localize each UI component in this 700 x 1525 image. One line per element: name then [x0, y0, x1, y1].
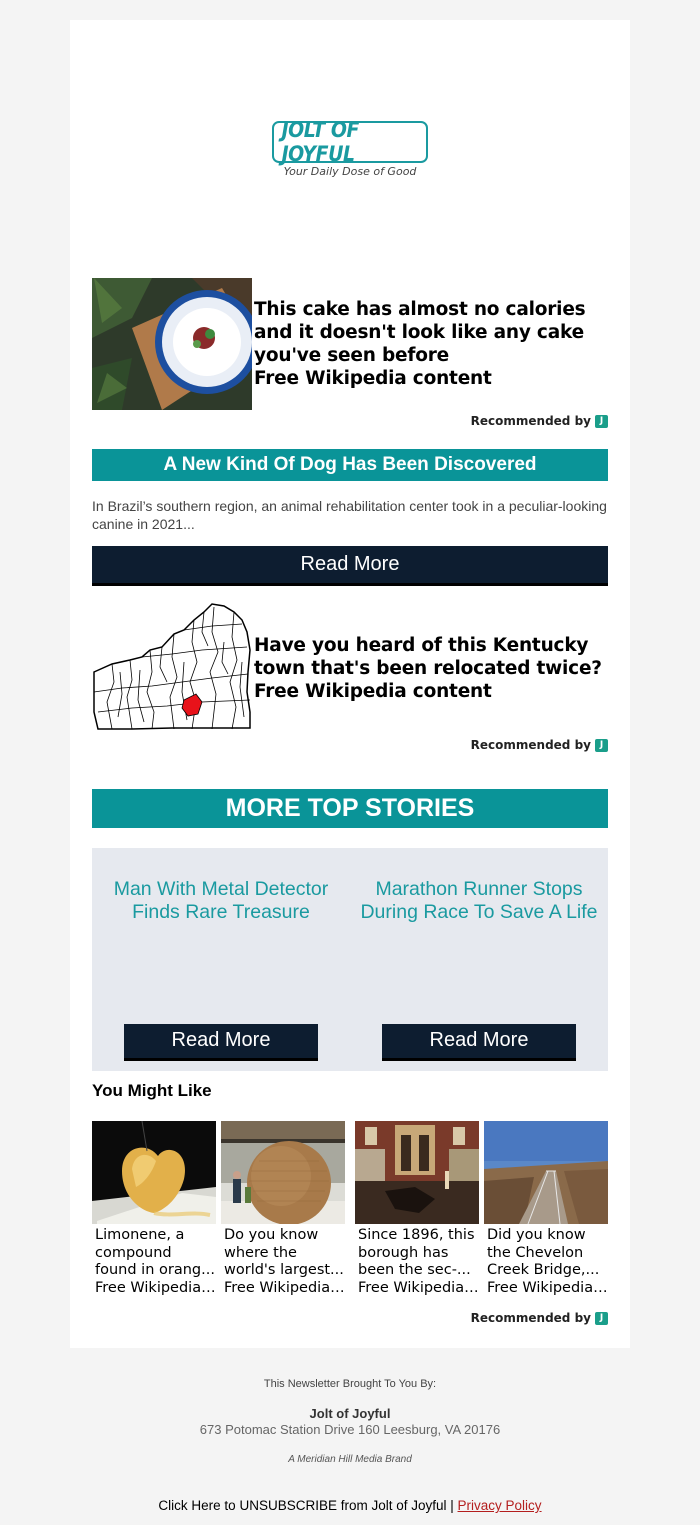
recommended-by-2[interactable]: Recommended by J — [471, 738, 608, 752]
recommendation-tile[interactable]: Did you know the Chevelon Creek Bridge,.… — [484, 1121, 608, 1301]
footer-company-name: Jolt of Joyful — [309, 1406, 391, 1421]
recommender-badge-icon: J — [595, 738, 608, 752]
logo-tagline: Your Daily Dose of Good — [283, 165, 417, 178]
feature-title[interactable]: A New Kind Of Dog Has Been Discovered — [92, 449, 608, 481]
kentucky-map-image[interactable] — [92, 602, 252, 732]
recommendation-tile[interactable]: Do you know where the world's largest...… — [221, 1121, 345, 1301]
tile-title[interactable]: Do you know where the world's largest... — [224, 1227, 345, 1280]
footer-links: Click Here to UNSUBSCRIBE from Jolt of J… — [0, 1498, 700, 1513]
tile-source: Free Wikipedia ... — [224, 1280, 345, 1297]
story-read-more-button-2[interactable]: Read More — [382, 1024, 576, 1061]
recommended-by-label: Recommended by — [470, 414, 591, 428]
borough-street-image[interactable] — [355, 1121, 479, 1224]
recommended-article-cake[interactable]: This cake has almost no calories and it … — [92, 278, 608, 410]
recommended-by-1[interactable]: Recommended by J — [471, 414, 608, 428]
recommended-by-3[interactable]: Recommended by J — [471, 1311, 608, 1325]
recommended-kentucky-text[interactable]: Have you heard of this Kentucky town tha… — [254, 634, 604, 703]
tile-source: Free Wikipedia ... — [358, 1280, 479, 1297]
tile-title[interactable]: Did you know the Chevelon Creek Bridge,.… — [487, 1227, 608, 1280]
story-title-metal-detector[interactable]: Man With Metal Detector Finds Rare Treas… — [102, 878, 340, 924]
recommended-cake-title[interactable]: This cake has almost no calories and it … — [254, 298, 594, 367]
recommended-kentucky-source: Free Wikipedia content — [254, 681, 492, 702]
giant-ball-image[interactable] — [221, 1121, 345, 1224]
you-might-like-header: You Might Like — [92, 1081, 212, 1100]
recommended-kentucky-title[interactable]: Have you heard of this Kentucky town tha… — [254, 634, 604, 680]
unsubscribe-link[interactable]: Click Here to UNSUBSCRIBE from Jolt of J… — [158, 1498, 453, 1513]
tile-source: Free Wikipedia ... — [95, 1280, 216, 1297]
top-stories-panel: Man With Metal Detector Finds Rare Treas… — [92, 848, 608, 1071]
tile-title[interactable]: Since 1896, this borough has been the se… — [358, 1227, 479, 1280]
tile-source: Free Wikipedia ... — [487, 1280, 608, 1297]
recommended-cake-text[interactable]: This cake has almost no calories and it … — [254, 298, 594, 390]
chevelon-bridge-image[interactable] — [484, 1121, 608, 1224]
footer-parent-brand: A Meridian Hill Media Brand — [288, 1454, 412, 1465]
tile-title[interactable]: Limonene, a compound found in orang... — [95, 1227, 216, 1280]
privacy-policy-link[interactable]: Privacy Policy — [458, 1498, 542, 1513]
brand-logo[interactable]: JOLT OF JOYFUL — [272, 118, 428, 166]
footer-address: 673 Potomac Station Drive 160 Leesburg, … — [199, 1422, 501, 1437]
recommended-cake-source: Free Wikipedia content — [254, 368, 492, 389]
recommendation-tile[interactable]: Since 1896, this borough has been the se… — [355, 1121, 479, 1301]
feature-read-more-button[interactable]: Read More — [92, 546, 608, 586]
recommended-article-kentucky[interactable]: Have you heard of this Kentucky town tha… — [92, 602, 608, 732]
recommender-badge-icon: J — [595, 1311, 608, 1325]
recommended-by-label: Recommended by — [470, 1311, 591, 1325]
cake-dish-image[interactable] — [92, 278, 252, 410]
recommender-badge-icon: J — [595, 414, 608, 428]
limonene-image[interactable] — [92, 1121, 216, 1224]
feature-description: In Brazil’s southern region, an animal r… — [92, 498, 607, 532]
recommended-by-label: Recommended by — [470, 738, 591, 752]
logo-text: JOLT OF JOYFUL — [281, 118, 360, 166]
footer-brought-by: This Newsletter Brought To You By: — [263, 1378, 437, 1390]
more-top-stories-header: MORE TOP STORIES — [92, 789, 608, 828]
story-read-more-button-1[interactable]: Read More — [124, 1024, 318, 1061]
story-title-marathon-runner[interactable]: Marathon Runner Stops During Race To Sav… — [360, 878, 598, 924]
recommendation-tile[interactable]: Limonene, a compound found in orang... F… — [92, 1121, 216, 1301]
